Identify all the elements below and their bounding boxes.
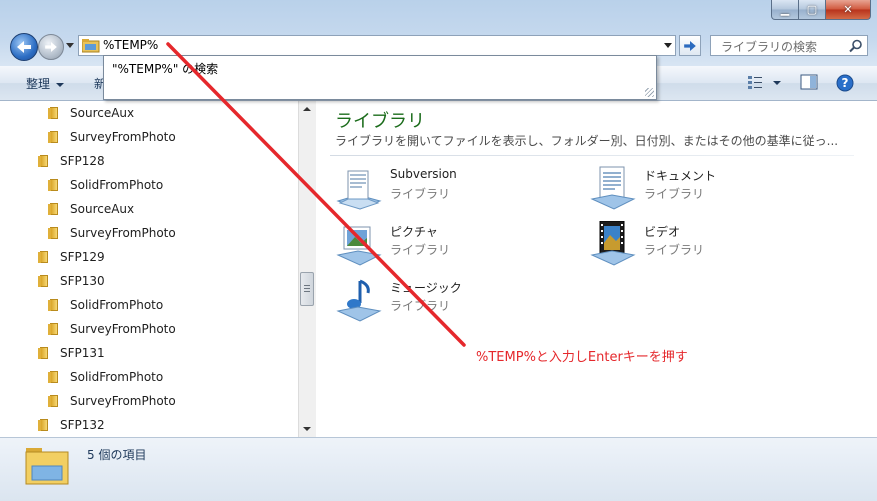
annotation-arrow-line	[166, 42, 466, 347]
explorer-window: ▁ ▢ ✕ %TEMP% ライブラリの検索 整理 新 ? SourceAux S…	[0, 0, 877, 501]
annotation-note: %TEMP%と入力しEnterキーを押す	[476, 350, 688, 365]
